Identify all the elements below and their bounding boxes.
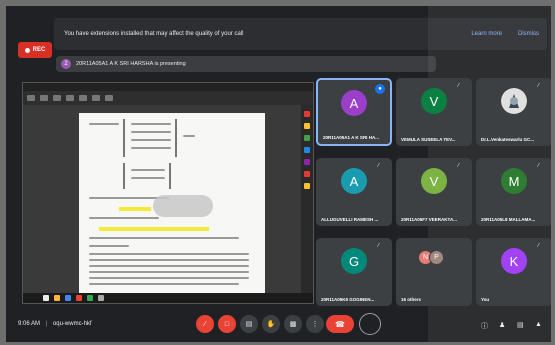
participant-tile[interactable]: M ∕ 20R11A05L8 MALLAMA... — [476, 158, 551, 226]
participant-avatar: V — [421, 88, 447, 114]
participant-avatar: A — [341, 168, 367, 194]
participant-name: 20R11A05A1 A K SRI HA... — [323, 135, 379, 140]
self-name: You — [481, 297, 490, 302]
participant-name: 20R11A05F7 VEERAKTA... — [401, 217, 457, 222]
present-button[interactable]: ▩ — [284, 315, 302, 333]
more-options-button[interactable]: ⋮ — [306, 315, 324, 333]
mic-off-icon: ∕ — [458, 163, 460, 169]
participant-tile[interactable]: V ∕ VEMULA SUSEELA TEV... — [396, 78, 472, 146]
others-count: 16 others — [401, 297, 422, 302]
toolbar-icon — [66, 95, 74, 101]
participant-tile[interactable]: V ∕ 20R11A05F7 VEERAKTA... — [396, 158, 472, 226]
toolbar-icon — [53, 95, 61, 101]
participant-name: VEMULA SUSEELA TEV... — [401, 137, 456, 142]
captions-button[interactable]: ▤ — [240, 315, 258, 333]
camera-off-button[interactable]: □ — [218, 315, 236, 333]
participant-name: 20R11A05L8 MALLAMA... — [481, 217, 536, 222]
participant-tile[interactable]: G ∕ 20R11A05K6 GOGINEN... — [316, 238, 392, 306]
others-tile[interactable]: N P 16 others — [396, 238, 472, 306]
meeting-code: oqu-wwmc-hkf — [52, 321, 92, 327]
participant-tile[interactable]: A ● 20R11A05A1 A K SRI HA... — [316, 78, 392, 146]
clock: 9:06 AM | oqu-wwmc-hkf — [18, 321, 92, 327]
call-controls-bar: 9:06 AM | oqu-wwmc-hkf ∕ □ ▤ ✋ ▩ ⋮ ☎ ⓘ ♟… — [6, 308, 551, 342]
participant-tile[interactable]: ∕ Dr.L.Venkateswarlu GC... — [476, 78, 551, 146]
pointer-tooltip — [153, 195, 213, 217]
record-dot-icon — [24, 47, 30, 53]
other-avatar: P — [429, 250, 444, 265]
mic-off-icon: ∕ — [538, 243, 540, 249]
self-tile[interactable]: K ∕ You — [476, 238, 551, 306]
participant-tile[interactable]: A ∕ ALLUGUVELLI RAMESH ... — [316, 158, 392, 226]
info-icon[interactable]: ⓘ — [481, 321, 488, 331]
toolbar-icon — [105, 95, 113, 101]
people-icon[interactable]: ♟ — [499, 321, 505, 329]
mic-off-icon: ∕ — [538, 83, 540, 89]
shared-taskbar — [23, 293, 313, 303]
extension-warning-text: You have extensions installed that may a… — [64, 31, 244, 37]
mic-off-icon: ∕ — [458, 83, 460, 89]
participant-avatar: V — [421, 168, 447, 194]
presenting-banner: 2 20R11A05A1 A K SRI HARSHA is presentin… — [56, 56, 436, 72]
presenting-text: 20R11A05A1 A K SRI HARSHA is presenting — [76, 61, 186, 67]
raise-hand-button[interactable]: ✋ — [262, 315, 280, 333]
self-avatar: K — [501, 248, 527, 274]
mic-off-icon: ∕ — [378, 163, 380, 169]
toolbar-icon — [40, 95, 48, 101]
meet-window: You have extensions installed that may a… — [6, 6, 551, 342]
cursor-ring — [359, 313, 381, 335]
mic-off-icon: ∕ — [378, 243, 380, 249]
highlighted-line — [99, 227, 209, 231]
document-page — [79, 113, 265, 293]
participant-name: Dr.L.Venkateswarlu GC... — [481, 137, 535, 142]
others-avatars: N P — [418, 250, 450, 270]
activities-icon[interactable]: ▲ — [535, 321, 542, 328]
recording-badge[interactable]: REC — [18, 42, 52, 58]
highlighted-formula — [119, 207, 151, 211]
participant-photo — [501, 88, 527, 114]
participant-avatar: M — [501, 168, 527, 194]
shared-window-toolbar — [23, 91, 313, 105]
mic-off-icon: ∕ — [538, 163, 540, 169]
chat-icon[interactable]: ▤ — [517, 321, 524, 329]
participant-avatar: G — [341, 248, 367, 274]
toolbar-icon — [27, 95, 35, 101]
speaking-icon: ● — [375, 84, 385, 94]
toolbar-icon — [79, 95, 87, 101]
mic-off-button[interactable]: ∕ — [196, 315, 214, 333]
viewer-side-toolbar — [301, 105, 313, 293]
shared-screen[interactable] — [22, 82, 314, 304]
participant-avatar: A — [341, 90, 367, 116]
participant-name: 20R11A05K6 GOGINEN... — [321, 297, 375, 302]
toolbar-icon — [92, 95, 100, 101]
participant-name: ALLUGUVELLI RAMESH ... — [321, 217, 379, 222]
leave-call-button[interactable]: ☎ — [326, 315, 354, 333]
presenter-avatar: 2 — [61, 59, 71, 69]
shared-window-titlebar — [23, 83, 313, 91]
recording-label: REC — [32, 47, 46, 53]
